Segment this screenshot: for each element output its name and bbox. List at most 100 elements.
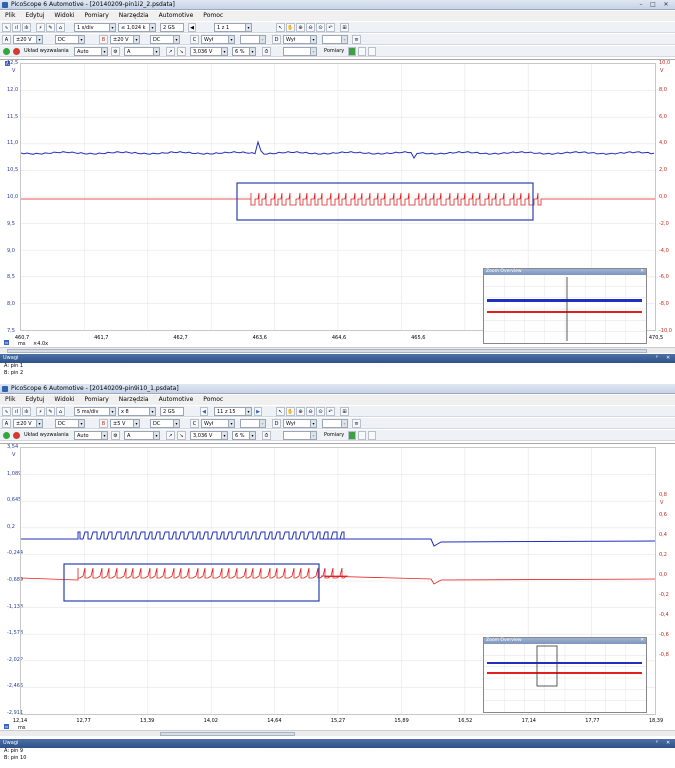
trigger-advanced-icon[interactable]: ⚙ <box>111 47 120 56</box>
delete-measurement-icon[interactable] <box>368 47 376 56</box>
zoom-overview-close[interactable]: ✕ <box>640 269 644 275</box>
channel-d-icon[interactable]: D <box>272 35 281 44</box>
trigger-level-input[interactable]: 3,036 V ▾ <box>190 431 228 440</box>
channel-d-icon[interactable]: D <box>272 419 281 428</box>
pretrigger-input[interactable]: 6 % ▾ <box>232 431 256 440</box>
timebase-select[interactable]: 1 s/div ▾ <box>74 23 116 32</box>
undo-zoom-icon[interactable]: ↶ <box>326 23 335 32</box>
trigger-advanced-icon[interactable]: ⚙ <box>111 431 120 440</box>
horizontal-scrollbar[interactable] <box>0 730 675 736</box>
channel-d-coupling[interactable]: ▾ <box>322 419 348 428</box>
channel-a-icon[interactable]: A <box>2 419 11 428</box>
pretrigger-input[interactable]: 6 % ▾ <box>232 47 256 56</box>
notes-close-icon[interactable]: ✕ <box>666 739 670 748</box>
hand-tool-icon[interactable]: ✋ <box>286 23 295 32</box>
channel-d-range[interactable]: Wył ▾ <box>283 35 317 44</box>
zoom-in-icon[interactable]: ⊕ <box>296 407 305 416</box>
zoom-overview-panel[interactable]: Zoom Overview ✕ <box>483 637 647 713</box>
persistence-mode-icon[interactable]: ılı <box>22 23 31 32</box>
zoom-fit-icon[interactable]: ⊙ <box>316 407 325 416</box>
wand-icon[interactable]: ✎ <box>46 23 55 32</box>
channel-b-range[interactable]: ±20 V ▾ <box>110 35 140 44</box>
zoom-out-icon[interactable]: ⊖ <box>306 23 315 32</box>
wand-icon[interactable]: ✎ <box>46 407 55 416</box>
horizontal-scrollbar[interactable] <box>0 347 675 353</box>
stop-icon[interactable] <box>13 432 20 439</box>
scrollbar-thumb[interactable] <box>160 732 295 736</box>
first-buffer-icon[interactable]: ◀ <box>200 407 208 416</box>
menu-narzedzia[interactable]: Narzędzia <box>114 11 154 21</box>
menu-pomiary[interactable]: Pomiary <box>80 11 114 21</box>
menu-narzedzia[interactable]: Narzędzia <box>114 395 154 405</box>
scope-mode-icon[interactable]: ∿ <box>2 23 11 32</box>
menu-edytuj[interactable]: Edytuj <box>20 11 49 21</box>
zoom-overview-canvas[interactable] <box>484 644 646 712</box>
channel-c-coupling[interactable]: ▾ <box>240 35 266 44</box>
zoom-overview-close[interactable]: ✕ <box>640 638 644 644</box>
trigger-source-select[interactable]: A ▾ <box>124 47 160 56</box>
note-line[interactable]: B: pin 2 <box>0 370 675 377</box>
notes-close-icon[interactable]: ✕ <box>666 354 670 363</box>
samples-select[interactable]: x 8 ▾ <box>118 407 156 416</box>
trigger-level-input[interactable]: 3,036 V ▾ <box>190 47 228 56</box>
channel-d-coupling[interactable]: ▾ <box>322 35 348 44</box>
title-bar[interactable]: PicoScope 6 Automotive - [20140209-pin9i… <box>0 384 675 394</box>
menu-pomoc[interactable]: Pomoc <box>198 395 228 405</box>
zoom-overview-panel[interactable]: Zoom Overview ✕ <box>483 268 647 344</box>
delay-icon[interactable]: ⏱ <box>262 431 271 440</box>
channel-c-icon[interactable]: C <box>190 419 199 428</box>
home-icon[interactable]: ⌂ <box>56 23 65 32</box>
channel-b-icon[interactable]: B <box>99 35 108 44</box>
scope-view[interactable]: V V 3,54 1,089 0,645 0,2 -0,244 -0,689 -1,133-… <box>0 443 675 731</box>
channel-a-range[interactable]: ±20 V ▾ <box>13 419 43 428</box>
add-measurement-icon[interactable] <box>348 47 356 56</box>
zoom-overview-canvas[interactable] <box>484 275 646 343</box>
scope-mode-icon[interactable]: ∿ <box>2 407 11 416</box>
notes-pin-icon[interactable]: ᵖ <box>656 739 658 748</box>
trigger-mode-select[interactable]: Auto ▾ <box>74 47 108 56</box>
add-measurement-icon[interactable] <box>348 431 356 440</box>
channel-b-range[interactable]: ±5 V ▾ <box>110 419 140 428</box>
pointer-tool-icon[interactable]: ↖ <box>276 23 285 32</box>
menu-pomiary[interactable]: Pomiary <box>80 395 114 405</box>
channel-options-icon[interactable]: ≡ <box>352 35 361 44</box>
note-line[interactable]: A: pin 1 <box>0 363 675 370</box>
delete-measurement-icon[interactable] <box>368 431 376 440</box>
channel-a-range[interactable]: ±20 V ▾ <box>13 35 43 44</box>
menu-pomoc[interactable]: Pomoc <box>198 11 228 21</box>
menu-widoki[interactable]: Widoki <box>49 11 79 21</box>
channel-b-coupling[interactable]: DC ▾ <box>150 35 180 44</box>
menu-plik[interactable]: Plik <box>0 11 20 21</box>
trigger-source-select[interactable]: A ▾ <box>124 431 160 440</box>
zoom-fit-icon[interactable]: ⊙ <box>316 23 325 32</box>
menu-widoki[interactable]: Widoki <box>49 395 79 405</box>
note-line[interactable]: A: pin 9 <box>0 748 675 755</box>
start-icon[interactable] <box>3 48 10 55</box>
minimize-button[interactable]: – <box>636 1 646 8</box>
first-buffer-icon[interactable]: ◀ <box>188 23 196 32</box>
samples-select[interactable]: ≤ 1,024 k ▾ <box>118 23 156 32</box>
maximize-button[interactable]: □ <box>648 1 658 8</box>
falling-edge-icon[interactable]: ↘ <box>177 47 186 56</box>
rising-edge-icon[interactable]: ↗ <box>166 431 175 440</box>
undo-zoom-icon[interactable]: ↶ <box>326 407 335 416</box>
scrollbar-thumb[interactable] <box>7 349 647 353</box>
stop-icon[interactable] <box>13 48 20 55</box>
channel-c-range[interactable]: Wył ▾ <box>201 419 235 428</box>
pointer-tool-icon[interactable]: ↖ <box>276 407 285 416</box>
timebase-select[interactable]: 5 ms/div ▾ <box>74 407 116 416</box>
buffer-navigator[interactable]: 11 z 15 ▾ <box>214 407 252 416</box>
next-buffer-icon[interactable]: ▶ <box>254 407 262 416</box>
channel-b-coupling[interactable]: DC ▾ <box>150 419 180 428</box>
zoom-out-icon[interactable]: ⊖ <box>306 407 315 416</box>
channel-d-range[interactable]: Wył ▾ <box>283 419 317 428</box>
scope-view[interactable]: A V V 12,5 12,0 11,5 11,0 10,5 10,0 9,5 9,0 8,5 8… <box>0 59 675 347</box>
probe-icon[interactable]: ⚡ <box>36 23 45 32</box>
channel-a-icon[interactable]: A <box>2 35 11 44</box>
zoom-overview-icon[interactable]: ⊞ <box>340 407 349 416</box>
falling-edge-icon[interactable]: ↘ <box>177 431 186 440</box>
close-button[interactable]: ✕ <box>661 1 671 8</box>
edit-measurement-icon[interactable] <box>358 431 366 440</box>
trigger-mode-select[interactable]: Auto ▾ <box>74 431 108 440</box>
start-icon[interactable] <box>3 432 10 439</box>
